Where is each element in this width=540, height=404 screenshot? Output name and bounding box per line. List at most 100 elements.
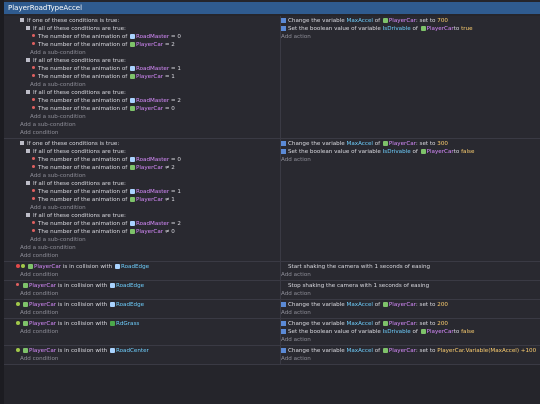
- condition-row[interactable]: The number of the animation of PlayerCar…: [32, 196, 175, 204]
- object-name[interactable]: PlayerCar: [136, 229, 163, 235]
- event-block[interactable]: PlayerCar is in collision with RoadCente…: [4, 345, 540, 364]
- add-link-label[interactable]: Add condition: [20, 291, 58, 297]
- action-row[interactable]: Change the variable MaxAccel of PlayerCa…: [281, 140, 448, 148]
- target-object-name[interactable]: RoadCenter: [116, 348, 149, 354]
- action-row[interactable]: Change the variable MaxAccel of PlayerCa…: [281, 320, 448, 328]
- condition-row[interactable]: The number of the animation of PlayerCar…: [32, 73, 175, 81]
- object-name[interactable]: PlayerCar: [427, 149, 454, 155]
- add-link-label[interactable]: Add action: [281, 291, 311, 297]
- condition-row[interactable]: PlayerCar is in collision with RoadEdge: [16, 301, 144, 309]
- object-name[interactable]: RoadMaster: [136, 221, 169, 227]
- add-condition-link[interactable]: Add condition: [20, 290, 58, 298]
- object-name[interactable]: RoadMaster: [136, 189, 169, 195]
- object-name[interactable]: PlayerCar: [136, 74, 163, 80]
- add-link-label[interactable]: Add action: [281, 157, 311, 163]
- object-name[interactable]: PlayerCar: [389, 302, 416, 308]
- variable-name[interactable]: IsDrivable: [383, 149, 411, 155]
- add-action-link[interactable]: Add action: [281, 290, 311, 298]
- action-row[interactable]: Change the variable MaxAccel of PlayerCa…: [281, 301, 448, 309]
- variable-name[interactable]: MaxAccel: [347, 321, 373, 327]
- condition-row[interactable]: If all of these conditions are true:: [26, 212, 126, 220]
- object-name[interactable]: PlayerCar: [136, 165, 163, 171]
- object-name[interactable]: PlayerCar: [389, 321, 416, 327]
- action-value[interactable]: 300: [437, 141, 448, 147]
- condition-row[interactable]: If all of these conditions are true:: [26, 89, 126, 97]
- object-name[interactable]: PlayerCar: [136, 42, 163, 48]
- variable-name[interactable]: MaxAccel: [347, 141, 373, 147]
- action-value[interactable]: true: [461, 26, 472, 32]
- action-value[interactable]: 200: [437, 321, 448, 327]
- object-name[interactable]: PlayerCar: [389, 141, 416, 147]
- condition-row[interactable]: The number of the animation of RoadMaste…: [32, 188, 181, 196]
- add-condition-link[interactable]: Add condition: [20, 129, 58, 137]
- event-block[interactable]: PlayerCar is in collision with RoadEdge A…: [4, 280, 540, 299]
- add-condition-link[interactable]: Add condition: [20, 355, 58, 363]
- add-link-label[interactable]: Add condition: [20, 329, 58, 335]
- add-link-label[interactable]: Add a sub-condition: [30, 82, 86, 88]
- add-link-label[interactable]: Add action: [281, 272, 311, 278]
- add-action-link[interactable]: Add action: [281, 309, 311, 317]
- action-value[interactable]: 700: [437, 18, 448, 24]
- target-object-name[interactable]: RoadEdge: [121, 264, 149, 270]
- add-link-label[interactable]: Add action: [281, 34, 311, 40]
- condition-row[interactable]: If all of these conditions are true:: [26, 148, 126, 156]
- add-link-label[interactable]: Add a sub-condition: [20, 122, 76, 128]
- event-group-header[interactable]: PlayerRoadTypeAccel: [4, 2, 540, 14]
- add-link-label[interactable]: Add condition: [20, 310, 58, 316]
- object-name[interactable]: RoadMaster: [136, 157, 169, 163]
- condition-row[interactable]: If all of these conditions are true:: [26, 25, 126, 33]
- target-object-name[interactable]: RoadEdge: [116, 283, 144, 289]
- action-value[interactable]: false: [461, 149, 474, 155]
- add-link-label[interactable]: Add condition: [20, 253, 58, 259]
- add-link-label[interactable]: Add action: [281, 337, 311, 343]
- add-link-label[interactable]: Add condition: [20, 356, 58, 362]
- object-name[interactable]: PlayerCar: [389, 18, 416, 24]
- add-action-link[interactable]: Add action: [281, 156, 311, 164]
- object-name[interactable]: RoadMaster: [136, 98, 169, 104]
- object-name[interactable]: PlayerCar: [389, 348, 416, 354]
- event-block[interactable]: If one of these conditions is true: If al…: [4, 138, 540, 261]
- add-link-label[interactable]: Add action: [281, 310, 311, 316]
- add-link-label[interactable]: Add action: [281, 356, 311, 362]
- action-row[interactable]: Start shaking the camera with 1 seconds …: [281, 263, 430, 271]
- object-name[interactable]: PlayerCar: [136, 106, 163, 112]
- event-block[interactable]: PlayerCar is in collision with RoadEdge A…: [4, 261, 540, 280]
- condition-row[interactable]: If one of these conditions is true:: [20, 140, 119, 148]
- add-link-label[interactable]: Add a sub-condition: [30, 237, 86, 243]
- condition-row[interactable]: The number of the animation of PlayerCar…: [32, 105, 175, 113]
- object-name[interactable]: RoadMaster: [136, 66, 169, 72]
- add-link-label[interactable]: Add a sub-condition: [30, 205, 86, 211]
- add-link-label[interactable]: Add condition: [20, 130, 58, 136]
- object-name[interactable]: PlayerCar: [427, 26, 454, 32]
- condition-row[interactable]: The number of the animation of RoadMaste…: [32, 33, 181, 41]
- variable-name[interactable]: IsDrivable: [383, 329, 411, 335]
- target-object-name[interactable]: RdGrass: [116, 321, 139, 327]
- object-name[interactable]: PlayerCar: [427, 329, 454, 335]
- variable-name[interactable]: MaxAccel: [347, 18, 373, 24]
- add-link-label[interactable]: Add a sub-condition: [30, 114, 86, 120]
- object-name[interactable]: PlayerCar: [136, 197, 163, 203]
- add-action-link[interactable]: Add action: [281, 355, 311, 363]
- object-name[interactable]: PlayerCar: [29, 283, 56, 289]
- add-condition-link[interactable]: Add condition: [20, 309, 58, 317]
- condition-row[interactable]: The number of the animation of RoadMaste…: [32, 156, 181, 164]
- object-name[interactable]: PlayerCar: [29, 321, 56, 327]
- condition-row[interactable]: PlayerCar is in collision with RoadEdge: [16, 263, 149, 271]
- condition-row[interactable]: The number of the animation of PlayerCar…: [32, 41, 175, 49]
- object-name[interactable]: RoadMaster: [136, 34, 169, 40]
- add-link-label[interactable]: Add a sub-condition: [30, 173, 86, 179]
- object-name[interactable]: PlayerCar: [29, 348, 56, 354]
- condition-row[interactable]: The number of the animation of PlayerCar…: [32, 164, 175, 172]
- condition-row[interactable]: If one of these conditions is true:: [20, 17, 119, 25]
- add-action-link[interactable]: Add action: [281, 33, 311, 41]
- action-row[interactable]: Stop shaking the camera with 1 seconds o…: [281, 282, 429, 290]
- condition-row[interactable]: PlayerCar is in collision with RoadEdge: [16, 282, 144, 290]
- condition-row[interactable]: The number of the animation of RoadMaste…: [32, 220, 181, 228]
- event-block[interactable]: PlayerCar is in collision with RdGrass Ad…: [4, 318, 540, 345]
- add-link-label[interactable]: Add a sub-condition: [20, 245, 76, 251]
- event-block[interactable]: PlayerCar is in collision with RoadEdge A…: [4, 299, 540, 318]
- add-link-label[interactable]: Add condition: [20, 272, 58, 278]
- action-row[interactable]: Set the boolean value of variable IsDriv…: [281, 25, 473, 33]
- add-condition-link[interactable]: Add a sub-condition: [20, 121, 76, 129]
- add-condition-link[interactable]: Add a sub-condition: [30, 49, 86, 57]
